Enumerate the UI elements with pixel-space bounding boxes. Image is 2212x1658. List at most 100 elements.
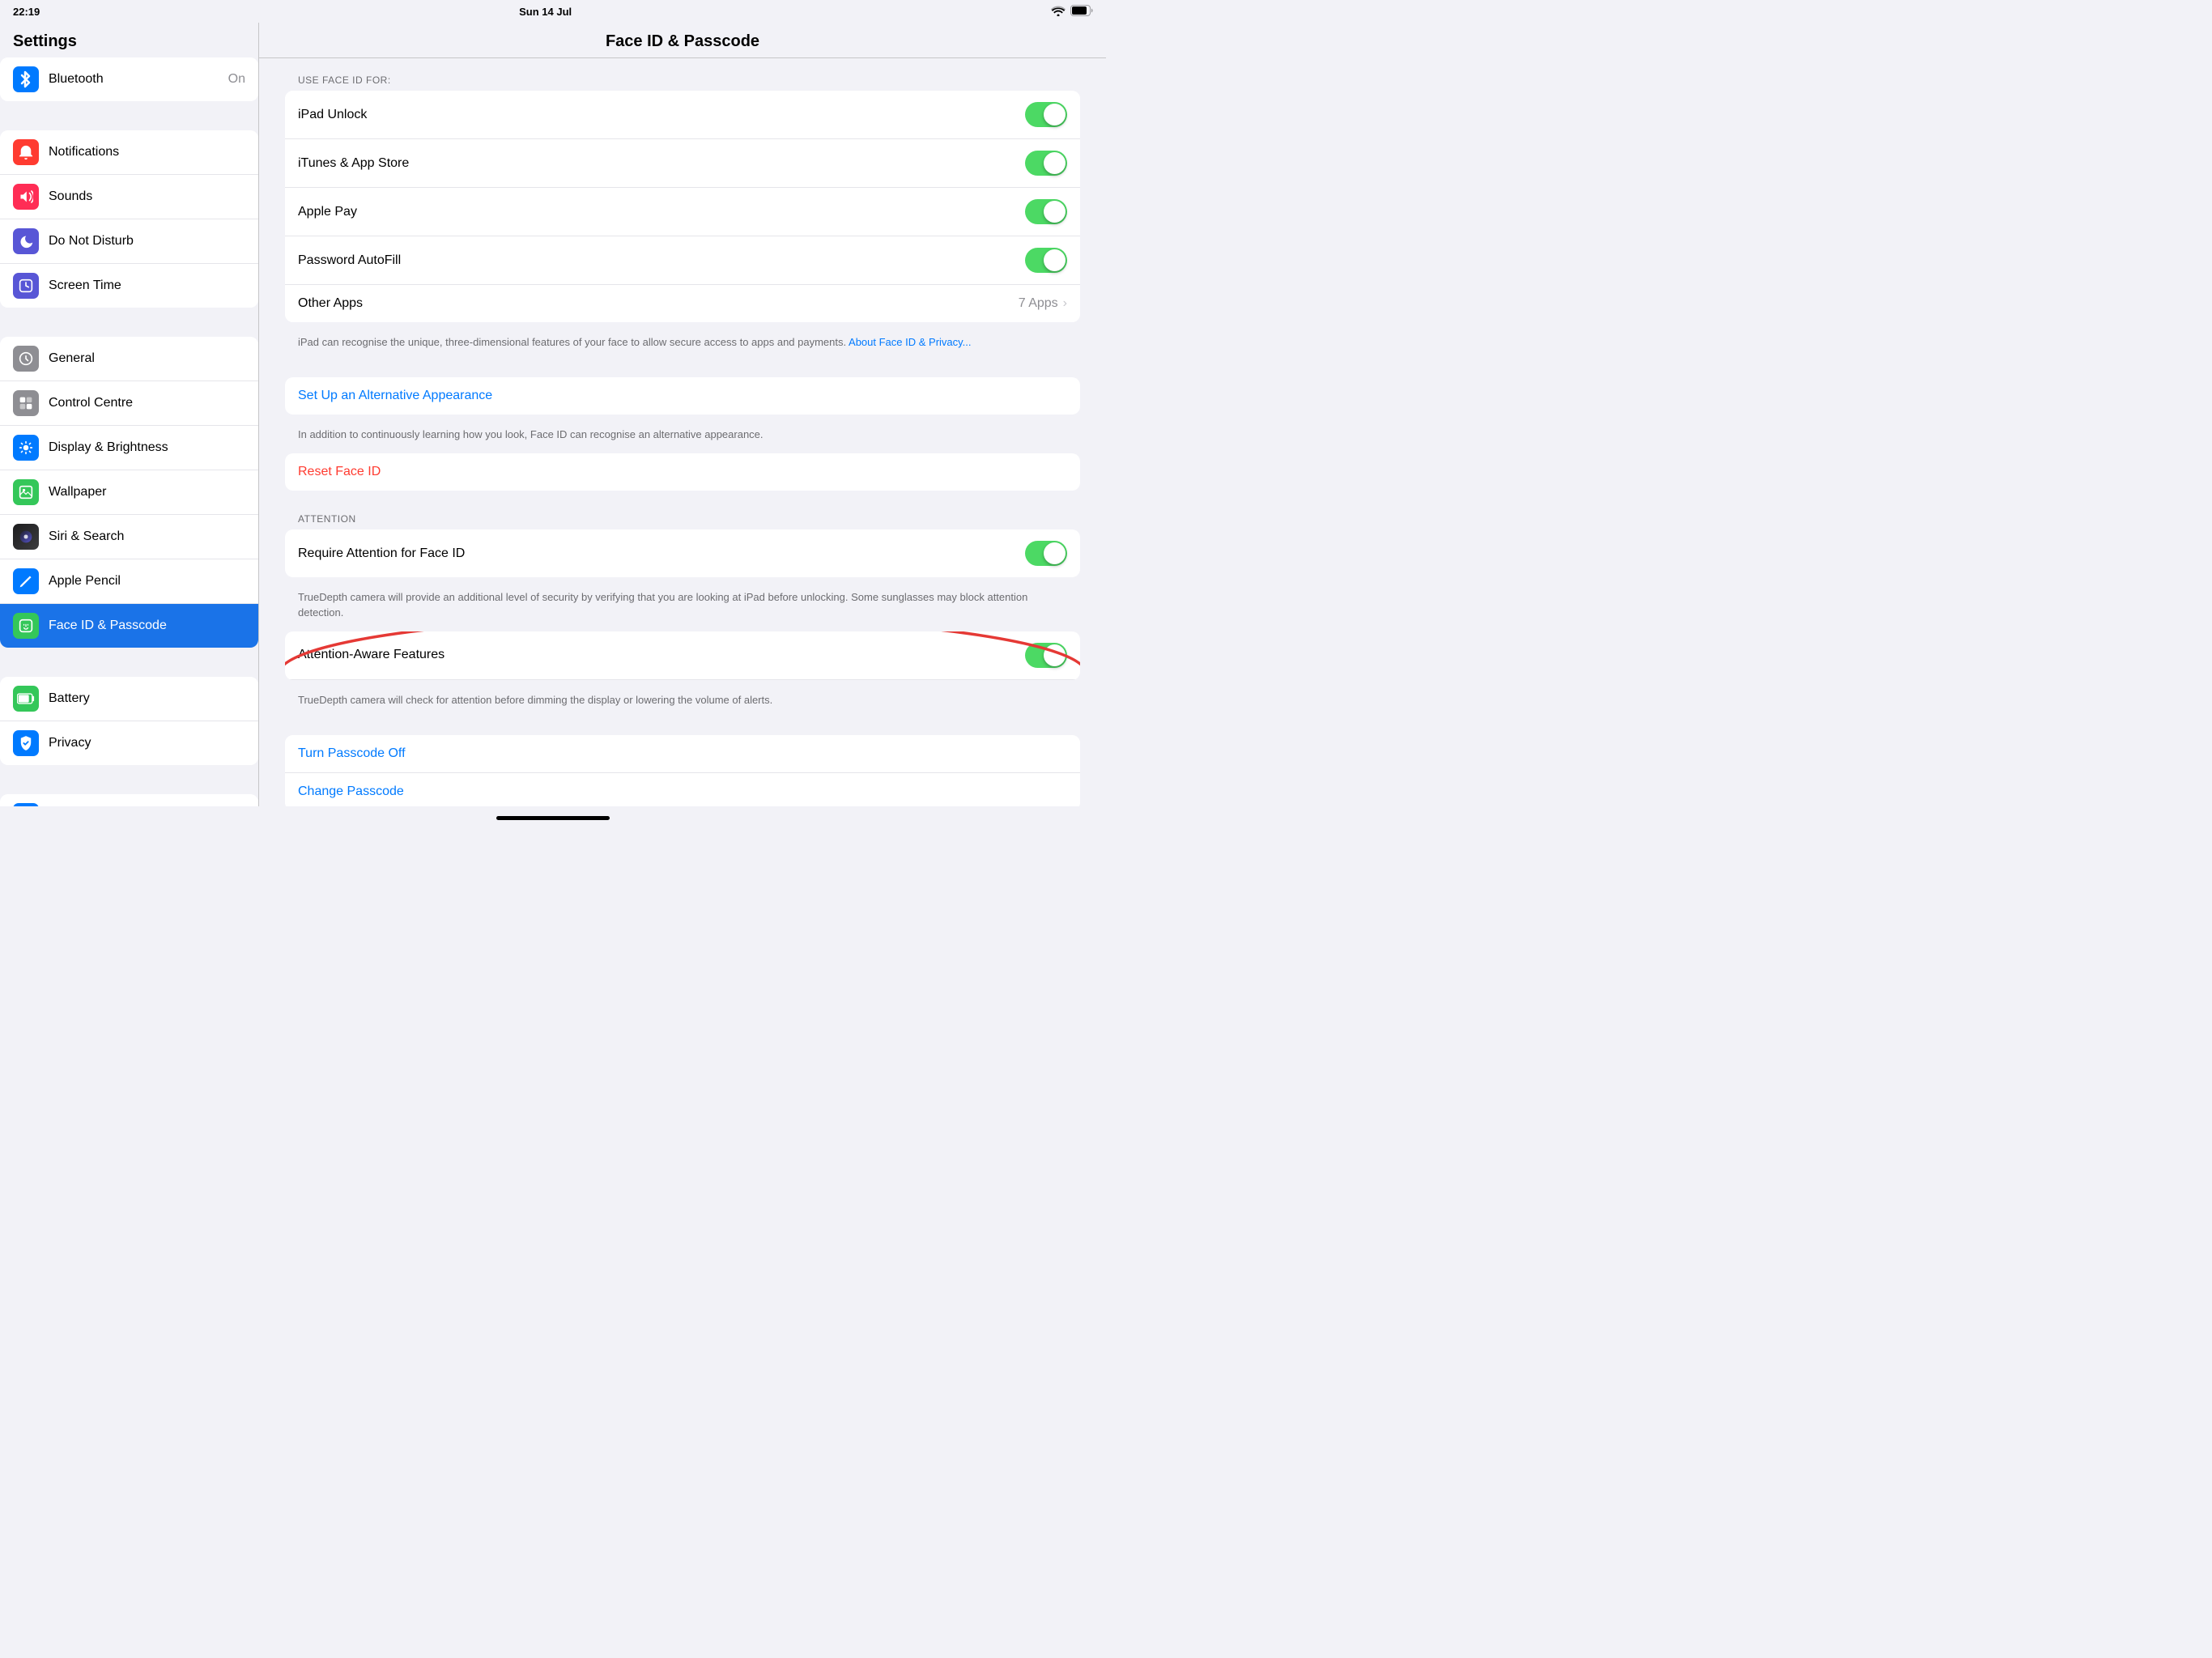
sidebar-item-itunes[interactable]: iTunes & App Store: [0, 794, 258, 806]
other-apps-value: 7 Apps: [1019, 296, 1058, 311]
sidebar-section-general: General Control Centre: [0, 337, 258, 648]
battery-label: Battery: [49, 691, 245, 706]
change-passcode-row[interactable]: Change Passcode: [285, 773, 1080, 806]
separator-3: [0, 654, 258, 677]
sidebar-item-dnd[interactable]: Do Not Disturb: [0, 219, 258, 264]
sidebar-item-control-centre[interactable]: Control Centre: [0, 381, 258, 426]
reset-face-id-group: Reset Face ID: [285, 453, 1080, 491]
sidebar-item-privacy[interactable]: Privacy: [0, 721, 258, 765]
other-apps-label: Other Apps: [298, 296, 1019, 311]
appstore-icon: [13, 803, 39, 806]
screentime-icon: [13, 273, 39, 299]
bluetooth-label: Bluetooth: [49, 72, 228, 87]
home-indicator: [0, 806, 1106, 829]
control-centre-label: Control Centre: [49, 396, 245, 410]
sidebar-item-wallpaper[interactable]: Wallpaper: [0, 470, 258, 515]
separator-4: [0, 772, 258, 794]
sidebar-item-battery[interactable]: Battery: [0, 677, 258, 721]
other-apps-chevron: ›: [1063, 296, 1067, 311]
setup-alternative-row[interactable]: Set Up an Alternative Appearance: [285, 377, 1080, 414]
sidebar-item-face-id[interactable]: Face ID & Passcode: [0, 604, 258, 648]
password-autofill-toggle[interactable]: [1025, 248, 1067, 273]
sidebar-section-notifications: Notifications Sounds Do: [0, 130, 258, 308]
wifi-icon: [1051, 5, 1066, 19]
require-attention-toggle[interactable]: [1025, 541, 1067, 566]
setup-alternative-description: In addition to continuously learning how…: [285, 421, 1080, 453]
attention-group: Require Attention for Face ID: [285, 529, 1080, 577]
home-bar: [496, 816, 610, 820]
display-label: Display & Brightness: [49, 440, 245, 455]
siri-icon: [13, 524, 39, 550]
general-label: General: [49, 351, 245, 366]
bluetooth-icon: [13, 66, 39, 92]
sounds-label: Sounds: [49, 189, 245, 204]
sidebar-item-sounds[interactable]: Sounds: [0, 175, 258, 219]
require-attention-label: Require Attention for Face ID: [298, 546, 1025, 561]
status-date: Sun 14 Jul: [519, 6, 572, 18]
display-icon: [13, 435, 39, 461]
sidebar-item-notifications[interactable]: Notifications: [0, 130, 258, 175]
privacy-icon: [13, 730, 39, 756]
dnd-icon: [13, 228, 39, 254]
notifications-label: Notifications: [49, 145, 245, 159]
itunes-appstore-label: iTunes & App Store: [298, 156, 1025, 171]
right-panel-title: Face ID & Passcode: [606, 32, 759, 50]
dnd-label: Do Not Disturb: [49, 234, 245, 249]
status-time: 22:19: [13, 6, 40, 18]
row-itunes-appstore: iTunes & App Store: [285, 139, 1080, 188]
attention-label: ATTENTION: [285, 513, 1080, 529]
sidebar-item-pencil[interactable]: Apple Pencil: [0, 559, 258, 604]
apple-pay-label: Apple Pay: [298, 205, 1025, 219]
wallpaper-label: Wallpaper: [49, 485, 245, 500]
control-centre-icon: [13, 390, 39, 416]
status-bar: 22:19 Sun 14 Jul: [0, 0, 1106, 23]
password-autofill-label: Password AutoFill: [298, 253, 1025, 268]
attention-aware-label: Attention-Aware Features: [298, 648, 1025, 662]
ipad-unlock-toggle[interactable]: [1025, 102, 1067, 127]
row-ipad-unlock: iPad Unlock: [285, 91, 1080, 139]
apple-pay-toggle[interactable]: [1025, 199, 1067, 224]
passcode-group: Turn Passcode Off Change Passcode: [285, 735, 1080, 806]
sidebar-section-connectivity: Bluetooth On: [0, 57, 258, 101]
screentime-label: Screen Time: [49, 278, 245, 293]
wallpaper-icon: [13, 479, 39, 505]
itunes-appstore-toggle[interactable]: [1025, 151, 1067, 176]
face-id-icon: [13, 613, 39, 639]
sidebar-item-bluetooth[interactable]: Bluetooth On: [0, 57, 258, 101]
right-panel-header: Face ID & Passcode: [259, 23, 1106, 58]
attention-aware-toggle[interactable]: [1025, 643, 1067, 668]
row-apple-pay: Apple Pay: [285, 188, 1080, 236]
row-other-apps[interactable]: Other Apps 7 Apps ›: [285, 285, 1080, 322]
sidebar-item-siri[interactable]: Siri & Search: [0, 515, 258, 559]
sidebar-item-general[interactable]: General: [0, 337, 258, 381]
attention-description: TrueDepth camera will provide an additio…: [285, 584, 1080, 631]
face-id-privacy-link[interactable]: About Face ID & Privacy...: [849, 336, 971, 348]
reset-face-id-row[interactable]: Reset Face ID: [285, 453, 1080, 491]
attention-aware-group: Attention-Aware Features: [285, 631, 1080, 680]
bluetooth-value: On: [228, 72, 245, 87]
status-icons: [1051, 5, 1093, 19]
battery-icon: [1070, 5, 1093, 19]
siri-label: Siri & Search: [49, 529, 245, 544]
battery-sidebar-icon: [13, 686, 39, 712]
pencil-icon: [13, 568, 39, 594]
alternative-appearance-group: Set Up an Alternative Appearance: [285, 377, 1080, 414]
turn-passcode-off-row[interactable]: Turn Passcode Off: [285, 735, 1080, 773]
notifications-icon: [13, 139, 39, 165]
row-password-autofill: Password AutoFill: [285, 236, 1080, 285]
sidebar-item-display[interactable]: Display & Brightness: [0, 426, 258, 470]
face-id-label: Face ID & Passcode: [49, 619, 245, 633]
sidebar-section-store: iTunes & App Store Wallet & Apple Pay: [0, 794, 258, 806]
sidebar: Settings Bluetooth On: [0, 23, 259, 806]
ipad-unlock-label: iPad Unlock: [298, 108, 1025, 122]
general-icon: [13, 346, 39, 372]
separator-2: [0, 314, 258, 337]
separator-1: [0, 108, 258, 130]
panel-content: USE FACE ID FOR: iPad Unlock iTunes & Ap…: [259, 58, 1106, 806]
sidebar-item-screentime[interactable]: Screen Time: [0, 264, 258, 308]
privacy-label: Privacy: [49, 736, 245, 750]
sounds-icon: [13, 184, 39, 210]
pencil-label: Apple Pencil: [49, 574, 245, 589]
use-face-id-label: USE FACE ID FOR:: [285, 74, 1080, 91]
row-require-attention: Require Attention for Face ID: [285, 529, 1080, 577]
